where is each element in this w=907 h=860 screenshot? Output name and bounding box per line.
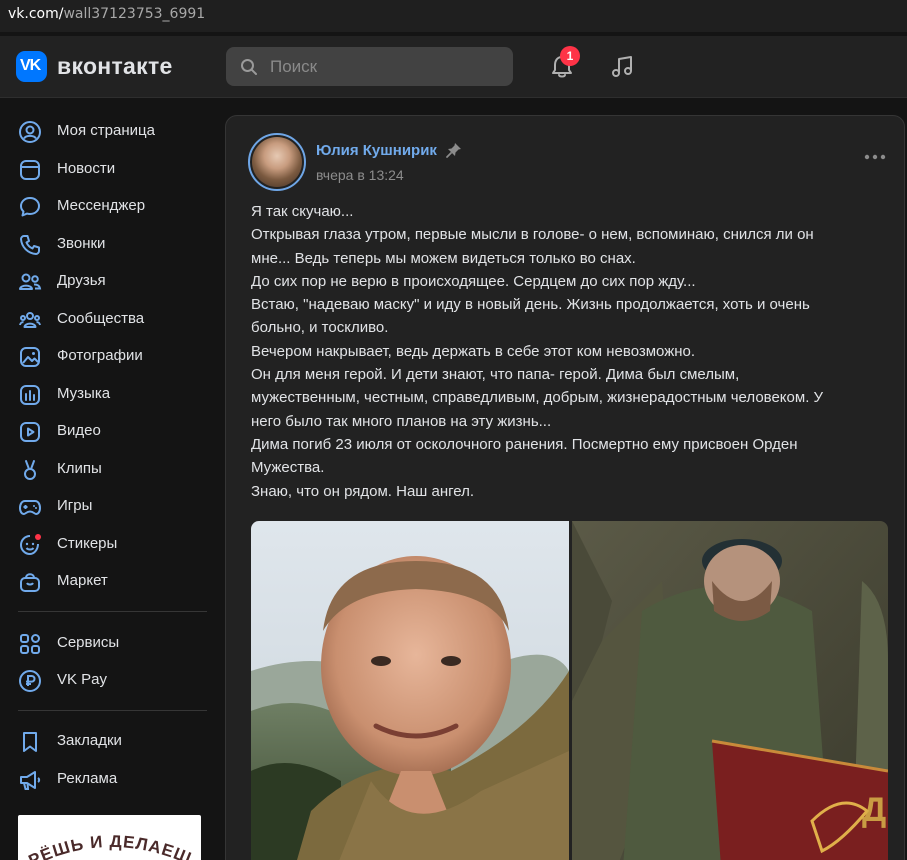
sidebar-item-label: Стикеры	[57, 535, 118, 552]
svg-text:Д: Д	[862, 791, 886, 829]
services-grid-icon	[20, 634, 40, 654]
url-path: wall37123753_6991	[63, 6, 206, 22]
post-text-line: больно, и тоскливо.	[251, 319, 389, 337]
post-text-line: Я так скучаю...	[251, 203, 354, 220]
author-avatar[interactable]	[248, 133, 306, 191]
news-icon	[20, 160, 40, 180]
sidebar-item-photos[interactable]: Фотографии	[18, 342, 208, 370]
post-time[interactable]: вчера в 13:24	[316, 167, 404, 183]
gamepad-icon	[19, 500, 41, 515]
sidebar-item-news[interactable]: Новости	[18, 155, 208, 183]
sidebar-item-label: Игры	[57, 497, 93, 514]
video-icon	[20, 422, 40, 442]
post-text-line: До сих пор не верю в происходящее. Сердц…	[251, 272, 696, 290]
post-photo-1[interactable]	[251, 521, 569, 860]
more-options-icon[interactable]	[863, 152, 887, 162]
sidebar-item-label: VK Pay	[57, 671, 108, 688]
music-note-icon[interactable]	[608, 53, 636, 81]
communities-icon	[19, 312, 41, 328]
ruble-icon	[19, 670, 41, 692]
sidebar-item-calls[interactable]: Звонки	[18, 230, 208, 258]
post-text-line: Мужества.	[251, 459, 325, 477]
clips-icon	[24, 460, 36, 480]
bookmark-icon	[23, 732, 37, 752]
sidebar-item-label: Реклама	[57, 770, 118, 787]
sidebar-item-games[interactable]: Игры	[18, 492, 208, 520]
sidebar-item-video[interactable]: Видео	[18, 417, 208, 445]
sidebar-item-label: Видео	[57, 422, 101, 439]
vk-logo-icon[interactable]: VK	[16, 51, 47, 82]
post-text-line: Открывая глаза утром, первые мысли в гол…	[251, 226, 814, 244]
sidebar-item-friends[interactable]: Друзья	[18, 267, 208, 295]
promo-banner[interactable]: РЁШЬ И ДЕЛАЕШ	[18, 815, 201, 860]
photo-icon	[20, 347, 40, 367]
sidebar-item-label: Фотографии	[57, 347, 143, 364]
sidebar-item-messenger[interactable]: Мессенджер	[18, 192, 208, 220]
url-domain: vk.com/	[8, 6, 64, 22]
search-input[interactable]	[270, 55, 500, 79]
sidebar-item-label: Сообщества	[57, 310, 145, 327]
sidebar-item-stickers[interactable]: Стикеры	[18, 530, 208, 558]
sidebar-item-label: Клипы	[57, 460, 102, 477]
sidebar-item-ads[interactable]: Реклама	[18, 765, 208, 793]
sidebar-item-music[interactable]: Музыка	[18, 380, 208, 408]
friends-icon	[19, 273, 42, 290]
sidebar-item-label: Мессенджер	[57, 197, 146, 214]
sidebar-item-label: Друзья	[57, 272, 106, 289]
wall-post: Юлия Кушнирик вчера в 13:24 Я так скучаю…	[225, 115, 905, 860]
sticker-icon	[19, 534, 41, 556]
sidebar-item-label: Закладки	[57, 732, 122, 749]
post-text-line: Вечером накрывает, ведь держать в себе э…	[251, 342, 696, 360]
market-bag-icon	[20, 573, 40, 592]
svg-text:РЁШЬ И ДЕЛАЕШ: РЁШЬ И ДЕЛАЕШ	[26, 832, 195, 860]
sidebar-item-label: Маркет	[57, 572, 108, 589]
browser-url-bar[interactable]: vk.com/wall37123753_6991	[0, 0, 907, 32]
megaphone-icon	[20, 771, 41, 790]
post-text-line: мужественным, честным, справедливым, доб…	[251, 389, 824, 407]
notification-badge: 1	[560, 46, 580, 66]
music-icon	[20, 385, 40, 405]
search-icon	[241, 59, 257, 75]
promo-arc-text: РЁШЬ И ДЕЛАЕШ	[26, 832, 195, 860]
post-text-line: Встаю, "надеваю маску" и иду в новый ден…	[251, 296, 810, 314]
sidebar-item-bookmarks[interactable]: Закладки	[18, 727, 208, 755]
post-photo-2[interactable]: Д	[572, 521, 888, 860]
phone-icon	[20, 235, 40, 255]
post-text-line: Он для меня герой. И дети знают, что пап…	[251, 366, 740, 384]
chat-bubble-icon	[20, 197, 40, 217]
top-header: VK вконтакте	[0, 36, 907, 98]
pin-icon	[446, 143, 461, 158]
post-author-name[interactable]: Юлия Кушнирик	[316, 142, 437, 159]
sidebar-item-services[interactable]: Сервисы	[18, 629, 208, 657]
post-text-line: него было так много планов на эту жизнь.…	[251, 412, 552, 430]
sidebar-item-label: Моя страница	[57, 122, 155, 139]
vk-logo-mark: VK	[20, 57, 41, 74]
vk-logo-text[interactable]: вконтакте	[57, 53, 173, 80]
post-text-line: Знаю, что он рядом. Наш ангел.	[251, 482, 475, 500]
user-circle-icon	[19, 121, 41, 143]
sidebar-item-market[interactable]: Маркет	[18, 567, 208, 595]
sidebar-item-my-page[interactable]: Моя страница	[18, 117, 208, 145]
post-text-line: мне... Ведь теперь мы можем видеться тол…	[251, 249, 636, 267]
sidebar-item-label: Новости	[57, 160, 116, 177]
sidebar-item-label: Звонки	[57, 235, 106, 252]
sidebar-item-vk-pay[interactable]: VK Pay	[18, 666, 208, 694]
sidebar-divider	[18, 611, 207, 612]
sidebar-item-label: Музыка	[57, 385, 111, 402]
sidebar-item-communities[interactable]: Сообщества	[18, 305, 208, 333]
sidebar-item-label: Сервисы	[57, 634, 120, 651]
sidebar-item-clips[interactable]: Клипы	[18, 455, 208, 483]
post-text-line: Дима погиб 23 июля от осколочного ранени…	[251, 435, 798, 453]
search-box[interactable]	[226, 47, 513, 86]
sidebar-divider	[18, 710, 207, 711]
url-text[interactable]: vk.com/wall37123753_6991	[8, 6, 205, 22]
post-text: Я так скучаю... Открывая глаза утром, пе…	[251, 200, 879, 503]
